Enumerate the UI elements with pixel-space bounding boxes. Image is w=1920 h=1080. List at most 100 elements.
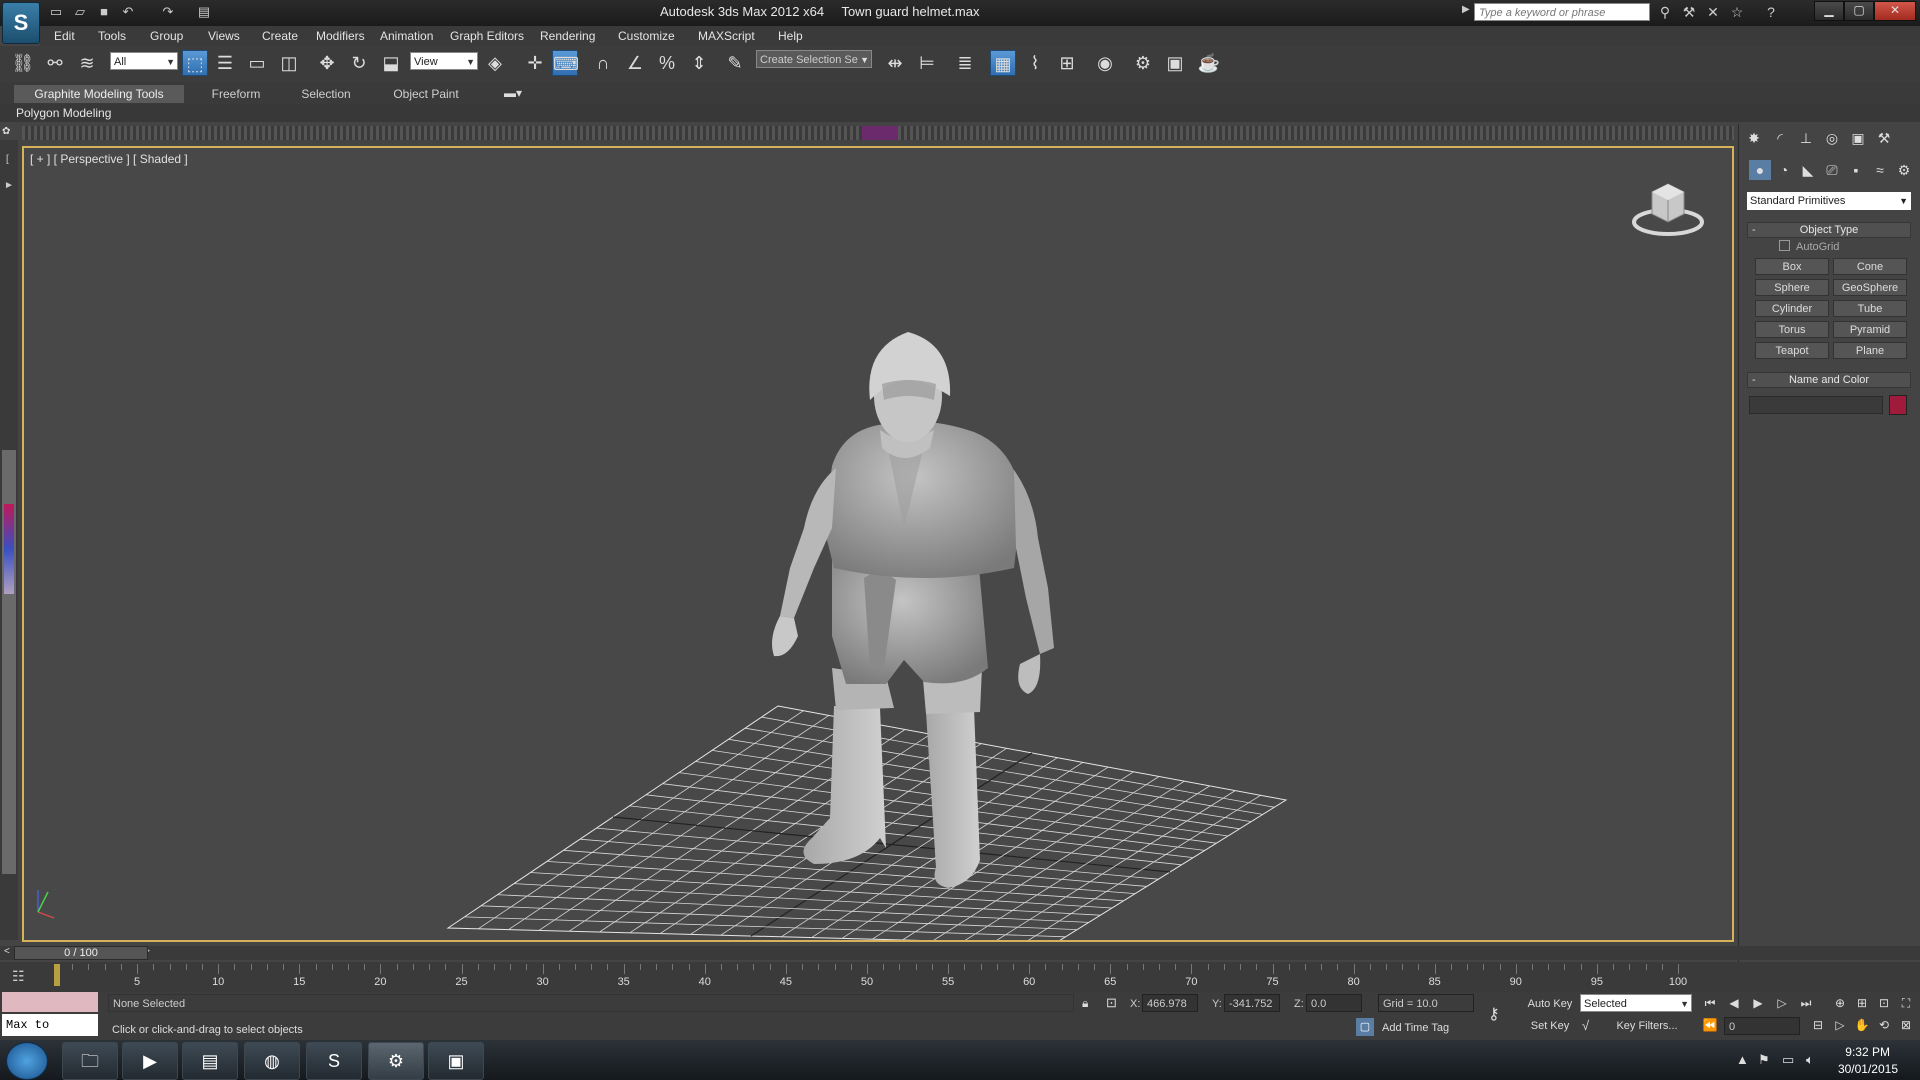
strip-marker[interactable] [862,126,898,140]
explorer-taskbar-icon[interactable]: 🗀 [62,1042,118,1080]
menu-animation[interactable]: Animation [380,26,433,46]
display-panel-icon[interactable]: ▣ [1847,128,1869,148]
percent-snap-icon[interactable]: % [654,50,680,76]
maximize-button[interactable]: ▢ [1844,1,1874,21]
select-object-button[interactable]: ⬚ [182,50,208,76]
modify-panel-icon[interactable]: ◜ [1769,128,1791,148]
selection-filter-dropdown[interactable]: All ▼ [110,52,178,70]
cone-button[interactable]: Cone [1833,258,1907,275]
track-bar[interactable]: ☷ 5 10 15 20 25 30 35 40 45 50 55 60 65 70 75 80 85 90 95 1… [0,962,1920,992]
redo-icon[interactable]: ↷ [160,4,176,20]
help-search-input[interactable]: Type a keyword or phrase [1474,3,1650,21]
play-icon[interactable]: ▶ [1748,994,1768,1012]
min-max-toggle-icon[interactable]: ⊠ [1896,1016,1916,1034]
polygon-modeling-panel[interactable]: Polygon Modeling [16,104,111,122]
key-filters-button[interactable]: Key Filters... [1604,1017,1690,1035]
zoom-all-icon[interactable]: ⊞ [1852,994,1872,1012]
app-logo-button[interactable]: S [2,2,40,44]
object-type-rollout[interactable]: - Object Type [1747,222,1911,238]
action-center-icon[interactable]: ⚑ [1758,1052,1770,1068]
subscription-icon[interactable]: ⚒ [1680,4,1698,20]
viewcube-icon[interactable] [1630,180,1706,238]
geometry-icon[interactable]: ● [1749,160,1771,180]
save-file-icon[interactable]: ■ [96,4,112,20]
create-panel-icon[interactable]: ✸ [1743,128,1765,148]
tab-graphite-modeling-tools[interactable]: Graphite Modeling Tools [14,85,184,103]
lights-icon[interactable]: ◣ [1797,160,1819,180]
select-manipulate-icon[interactable]: ✛ [522,50,548,76]
move-icon[interactable]: ✥ [314,50,340,76]
menu-group[interactable]: Group [150,26,183,46]
teapot-button[interactable]: Teapot [1755,342,1829,359]
scale-icon[interactable]: ⬓ [378,50,404,76]
hierarchy-panel-icon[interactable]: ⊥ [1795,128,1817,148]
menu-help[interactable]: Help [778,26,803,46]
primitive-category-dropdown[interactable]: Standard Primitives ▼ [1747,192,1911,210]
menu-customize[interactable]: Customize [618,26,675,46]
named-selection-dropdown[interactable]: Create Selection Se ▼ [756,50,872,68]
viewport-layout-icon[interactable]: ✿ [2,126,18,140]
pyramid-button[interactable]: Pyramid [1833,321,1907,338]
clock-time[interactable]: 9:32 PM [1845,1045,1890,1059]
time-tag-icon[interactable]: ▢ [1356,1018,1374,1036]
undo-icon[interactable]: ↶ [120,4,136,20]
zoom-extents-icon[interactable]: ⊡ [1874,994,1894,1012]
absolute-mode-icon[interactable]: ⊡ [1106,995,1117,1011]
app-taskbar-icon[interactable]: ▣ [428,1042,484,1080]
auto-key-button[interactable]: Auto Key [1524,995,1576,1013]
align-icon[interactable]: ⊨ [914,50,940,76]
key-mode-toggle-icon[interactable]: ⏪ [1700,1016,1720,1034]
current-frame-field[interactable]: 0 [1724,1017,1800,1035]
go-to-end-icon[interactable]: ⏭ [1796,994,1816,1012]
go-to-start-icon[interactable]: ⏮ [1700,994,1720,1012]
selection-lock-icon[interactable]: 🔒︎ [1082,996,1088,1011]
box-button[interactable]: Box [1755,258,1829,275]
select-by-name-icon[interactable]: ☰ [212,50,238,76]
set-key-button[interactable]: Set Key [1524,1017,1576,1035]
unlink-icon[interactable]: ⚯ [42,50,68,76]
field-of-view-icon[interactable]: ▷ [1830,1016,1850,1034]
help-icon[interactable]: ? [1762,4,1780,20]
open-file-icon[interactable]: ▱ [72,4,88,20]
maximize-viewport-icon[interactable]: ⛶ [1896,994,1916,1012]
search-expand-icon[interactable]: ▶ [1462,4,1470,15]
time-configuration-icon[interactable]: ⊟ [1808,1016,1828,1034]
utility-taskbar-icon[interactable]: ▤ [182,1042,238,1080]
menu-modifiers[interactable]: Modifiers [316,26,365,46]
render-setup-icon[interactable]: ⚙ [1130,50,1156,76]
material-editor-icon[interactable]: ◉ [1092,50,1118,76]
angle-snap-icon[interactable]: ∠ [622,50,648,76]
favorites-star-icon[interactable]: ☆ [1728,4,1746,20]
pivot-center-icon[interactable]: ◈ [482,50,508,76]
project-folder-icon[interactable]: ▤ [196,4,212,20]
menu-graph-editors[interactable]: Graph Editors [450,26,524,46]
rendered-frame-window-icon[interactable]: ▣ [1162,50,1188,76]
object-color-swatch[interactable] [1889,395,1907,415]
rotate-icon[interactable]: ↻ [346,50,372,76]
z-coordinate-field[interactable]: 0.0 [1306,994,1362,1012]
tab-freeform[interactable]: Freeform [196,85,276,103]
left-strip-arrow-icon[interactable]: ► [4,180,14,191]
menu-create[interactable]: Create [262,26,298,46]
keyboard-shortcut-override-button[interactable]: ⌨ [552,50,579,76]
minimize-button[interactable]: ▁ [1814,1,1844,21]
window-crossing-icon[interactable]: ◫ [276,50,302,76]
menu-edit[interactable]: Edit [54,26,75,46]
reference-coordinate-dropdown[interactable]: View ▼ [410,52,478,70]
cameras-icon[interactable]: ⎚ [1821,160,1843,180]
helpers-icon[interactable]: ▪ [1845,160,1867,180]
snaps-toggle-icon[interactable]: ∩ [590,50,616,76]
bind-space-warp-icon[interactable]: ≋ [74,50,100,76]
firefox-taskbar-icon[interactable]: ◍ [244,1042,300,1080]
tab-object-paint[interactable]: Object Paint [378,85,474,103]
time-slider-prev-icon[interactable]: < [4,946,10,957]
plane-button[interactable]: Plane [1833,342,1907,359]
motion-panel-icon[interactable]: ◎ [1821,128,1843,148]
menu-maxscript[interactable]: MAXScript [698,26,755,46]
perspective-viewport[interactable]: [ + ] [ Perspective ] [ Shaded ] [22,146,1734,942]
key-icon[interactable]: ⚷ [1488,1004,1500,1024]
x-coordinate-field[interactable]: 466.978 [1142,994,1198,1012]
autogrid-checkbox[interactable]: AutoGrid [1779,240,1839,253]
name-and-color-rollout[interactable]: - Name and Color [1747,372,1911,388]
3ds-max-taskbar-icon[interactable]: ⚙ [368,1042,424,1080]
